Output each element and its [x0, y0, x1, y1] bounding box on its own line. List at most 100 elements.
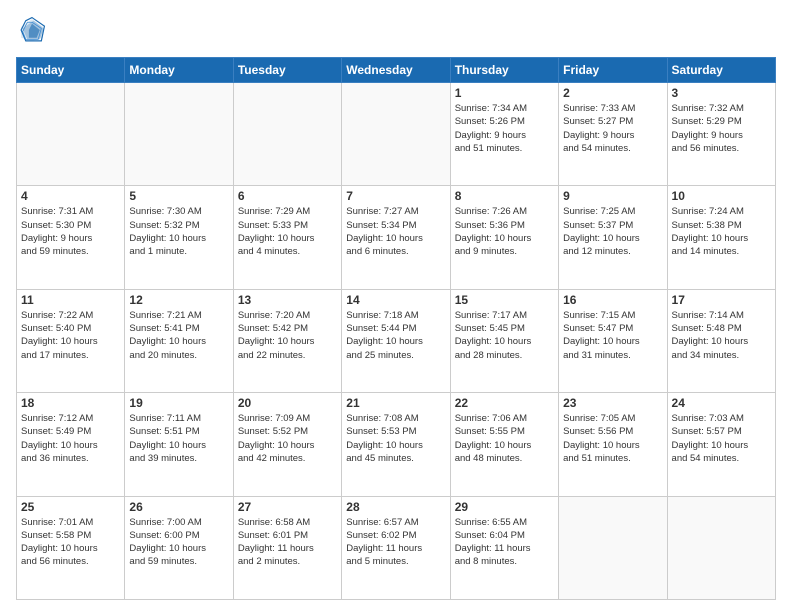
day-number: 12: [129, 293, 228, 307]
day-number: 13: [238, 293, 337, 307]
day-number: 10: [672, 189, 771, 203]
weekday-header-sunday: Sunday: [17, 58, 125, 83]
day-info: Sunrise: 7:14 AM Sunset: 5:48 PM Dayligh…: [672, 309, 771, 362]
calendar-cell: 25 Sunrise: 7:01 AM Sunset: 5:58 PM Dayli…: [17, 496, 125, 599]
calendar-cell: 13 Sunrise: 7:20 AM Sunset: 5:42 PM Dayli…: [233, 289, 341, 392]
calendar-cell: 7 Sunrise: 7:27 AM Sunset: 5:34 PM Daylig…: [342, 186, 450, 289]
day-number: 18: [21, 396, 120, 410]
calendar-cell: 17 Sunrise: 7:14 AM Sunset: 5:48 PM Dayli…: [667, 289, 775, 392]
calendar-cell: 1 Sunrise: 7:34 AM Sunset: 5:26 PM Daylig…: [450, 83, 558, 186]
day-number: 29: [455, 500, 554, 514]
day-info: Sunrise: 7:21 AM Sunset: 5:41 PM Dayligh…: [129, 309, 228, 362]
calendar-cell: 20 Sunrise: 7:09 AM Sunset: 5:52 PM Dayli…: [233, 393, 341, 496]
weekday-header-tuesday: Tuesday: [233, 58, 341, 83]
day-number: 17: [672, 293, 771, 307]
page: SundayMondayTuesdayWednesdayThursdayFrid…: [0, 0, 792, 612]
day-number: 23: [563, 396, 662, 410]
calendar-cell: 19 Sunrise: 7:11 AM Sunset: 5:51 PM Dayli…: [125, 393, 233, 496]
calendar-cell: 29 Sunrise: 6:55 AM Sunset: 6:04 PM Dayli…: [450, 496, 558, 599]
day-number: 24: [672, 396, 771, 410]
day-info: Sunrise: 7:27 AM Sunset: 5:34 PM Dayligh…: [346, 205, 445, 258]
day-number: 5: [129, 189, 228, 203]
day-info: Sunrise: 7:30 AM Sunset: 5:32 PM Dayligh…: [129, 205, 228, 258]
day-number: 2: [563, 86, 662, 100]
week-row-2: 4 Sunrise: 7:31 AM Sunset: 5:30 PM Daylig…: [17, 186, 776, 289]
day-info: Sunrise: 7:15 AM Sunset: 5:47 PM Dayligh…: [563, 309, 662, 362]
day-number: 15: [455, 293, 554, 307]
day-info: Sunrise: 7:34 AM Sunset: 5:26 PM Dayligh…: [455, 102, 554, 155]
day-info: Sunrise: 7:24 AM Sunset: 5:38 PM Dayligh…: [672, 205, 771, 258]
calendar-cell: 12 Sunrise: 7:21 AM Sunset: 5:41 PM Dayli…: [125, 289, 233, 392]
day-info: Sunrise: 7:06 AM Sunset: 5:55 PM Dayligh…: [455, 412, 554, 465]
day-number: 7: [346, 189, 445, 203]
day-info: Sunrise: 6:57 AM Sunset: 6:02 PM Dayligh…: [346, 516, 445, 569]
calendar-cell: 5 Sunrise: 7:30 AM Sunset: 5:32 PM Daylig…: [125, 186, 233, 289]
day-number: 21: [346, 396, 445, 410]
header: [16, 12, 776, 49]
calendar-cell: 22 Sunrise: 7:06 AM Sunset: 5:55 PM Dayli…: [450, 393, 558, 496]
week-row-1: 1 Sunrise: 7:34 AM Sunset: 5:26 PM Daylig…: [17, 83, 776, 186]
day-info: Sunrise: 7:29 AM Sunset: 5:33 PM Dayligh…: [238, 205, 337, 258]
day-info: Sunrise: 6:58 AM Sunset: 6:01 PM Dayligh…: [238, 516, 337, 569]
week-row-3: 11Sunrise: 7:22 AM Sunset: 5:40 PM Dayli…: [17, 289, 776, 392]
day-info: Sunrise: 7:11 AM Sunset: 5:51 PM Dayligh…: [129, 412, 228, 465]
calendar-cell: 21 Sunrise: 7:08 AM Sunset: 5:53 PM Dayli…: [342, 393, 450, 496]
day-info: Sunrise: 7:03 AM Sunset: 5:57 PM Dayligh…: [672, 412, 771, 465]
calendar-cell: [667, 496, 775, 599]
weekday-header-thursday: Thursday: [450, 58, 558, 83]
calendar-cell: [125, 83, 233, 186]
calendar-cell: [342, 83, 450, 186]
day-info: Sunrise: 7:33 AM Sunset: 5:27 PM Dayligh…: [563, 102, 662, 155]
day-number: 26: [129, 500, 228, 514]
day-number: 22: [455, 396, 554, 410]
day-info: Sunrise: 7:20 AM Sunset: 5:42 PM Dayligh…: [238, 309, 337, 362]
day-info: Sunrise: 7:09 AM Sunset: 5:52 PM Dayligh…: [238, 412, 337, 465]
calendar-cell: 2 Sunrise: 7:33 AM Sunset: 5:27 PM Daylig…: [559, 83, 667, 186]
day-number: 19: [129, 396, 228, 410]
day-number: 11: [21, 293, 120, 307]
day-number: 28: [346, 500, 445, 514]
calendar-cell: 10 Sunrise: 7:24 AM Sunset: 5:38 PM Dayli…: [667, 186, 775, 289]
calendar-cell: 18 Sunrise: 7:12 AM Sunset: 5:49 PM Dayli…: [17, 393, 125, 496]
day-number: 8: [455, 189, 554, 203]
day-info: Sunrise: 7:32 AM Sunset: 5:29 PM Dayligh…: [672, 102, 771, 155]
logo-icon: [18, 16, 46, 44]
weekday-header-friday: Friday: [559, 58, 667, 83]
week-row-4: 18 Sunrise: 7:12 AM Sunset: 5:49 PM Dayli…: [17, 393, 776, 496]
calendar-cell: 11Sunrise: 7:22 AM Sunset: 5:40 PM Dayli…: [17, 289, 125, 392]
calendar-cell: 6Sunrise: 7:29 AM Sunset: 5:33 PM Daylig…: [233, 186, 341, 289]
day-number: 14: [346, 293, 445, 307]
day-info: Sunrise: 7:01 AM Sunset: 5:58 PM Dayligh…: [21, 516, 120, 569]
calendar-cell: 14 Sunrise: 7:18 AM Sunset: 5:44 PM Dayli…: [342, 289, 450, 392]
day-info: Sunrise: 7:08 AM Sunset: 5:53 PM Dayligh…: [346, 412, 445, 465]
calendar-cell: 24 Sunrise: 7:03 AM Sunset: 5:57 PM Dayli…: [667, 393, 775, 496]
day-number: 3: [672, 86, 771, 100]
day-info: Sunrise: 7:12 AM Sunset: 5:49 PM Dayligh…: [21, 412, 120, 465]
calendar-cell: 4 Sunrise: 7:31 AM Sunset: 5:30 PM Daylig…: [17, 186, 125, 289]
calendar-cell: 28 Sunrise: 6:57 AM Sunset: 6:02 PM Dayli…: [342, 496, 450, 599]
weekday-header-wednesday: Wednesday: [342, 58, 450, 83]
day-info: Sunrise: 6:55 AM Sunset: 6:04 PM Dayligh…: [455, 516, 554, 569]
day-number: 9: [563, 189, 662, 203]
day-number: 16: [563, 293, 662, 307]
calendar-cell: [17, 83, 125, 186]
day-number: 20: [238, 396, 337, 410]
calendar-cell: 15Sunrise: 7:17 AM Sunset: 5:45 PM Dayli…: [450, 289, 558, 392]
day-info: Sunrise: 7:25 AM Sunset: 5:37 PM Dayligh…: [563, 205, 662, 258]
calendar-table: SundayMondayTuesdayWednesdayThursdayFrid…: [16, 57, 776, 600]
day-info: Sunrise: 7:31 AM Sunset: 5:30 PM Dayligh…: [21, 205, 120, 258]
calendar-cell: 9 Sunrise: 7:25 AM Sunset: 5:37 PM Daylig…: [559, 186, 667, 289]
day-number: 1: [455, 86, 554, 100]
calendar-cell: 26Sunrise: 7:00 AM Sunset: 6:00 PM Dayli…: [125, 496, 233, 599]
weekday-header-saturday: Saturday: [667, 58, 775, 83]
calendar-cell: 16 Sunrise: 7:15 AM Sunset: 5:47 PM Dayli…: [559, 289, 667, 392]
weekday-header-row: SundayMondayTuesdayWednesdayThursdayFrid…: [17, 58, 776, 83]
calendar-cell: [559, 496, 667, 599]
day-info: Sunrise: 7:26 AM Sunset: 5:36 PM Dayligh…: [455, 205, 554, 258]
week-row-5: 25 Sunrise: 7:01 AM Sunset: 5:58 PM Dayli…: [17, 496, 776, 599]
weekday-header-monday: Monday: [125, 58, 233, 83]
day-info: Sunrise: 7:18 AM Sunset: 5:44 PM Dayligh…: [346, 309, 445, 362]
day-number: 25: [21, 500, 120, 514]
day-number: 4: [21, 189, 120, 203]
calendar-cell: 8 Sunrise: 7:26 AM Sunset: 5:36 PM Daylig…: [450, 186, 558, 289]
